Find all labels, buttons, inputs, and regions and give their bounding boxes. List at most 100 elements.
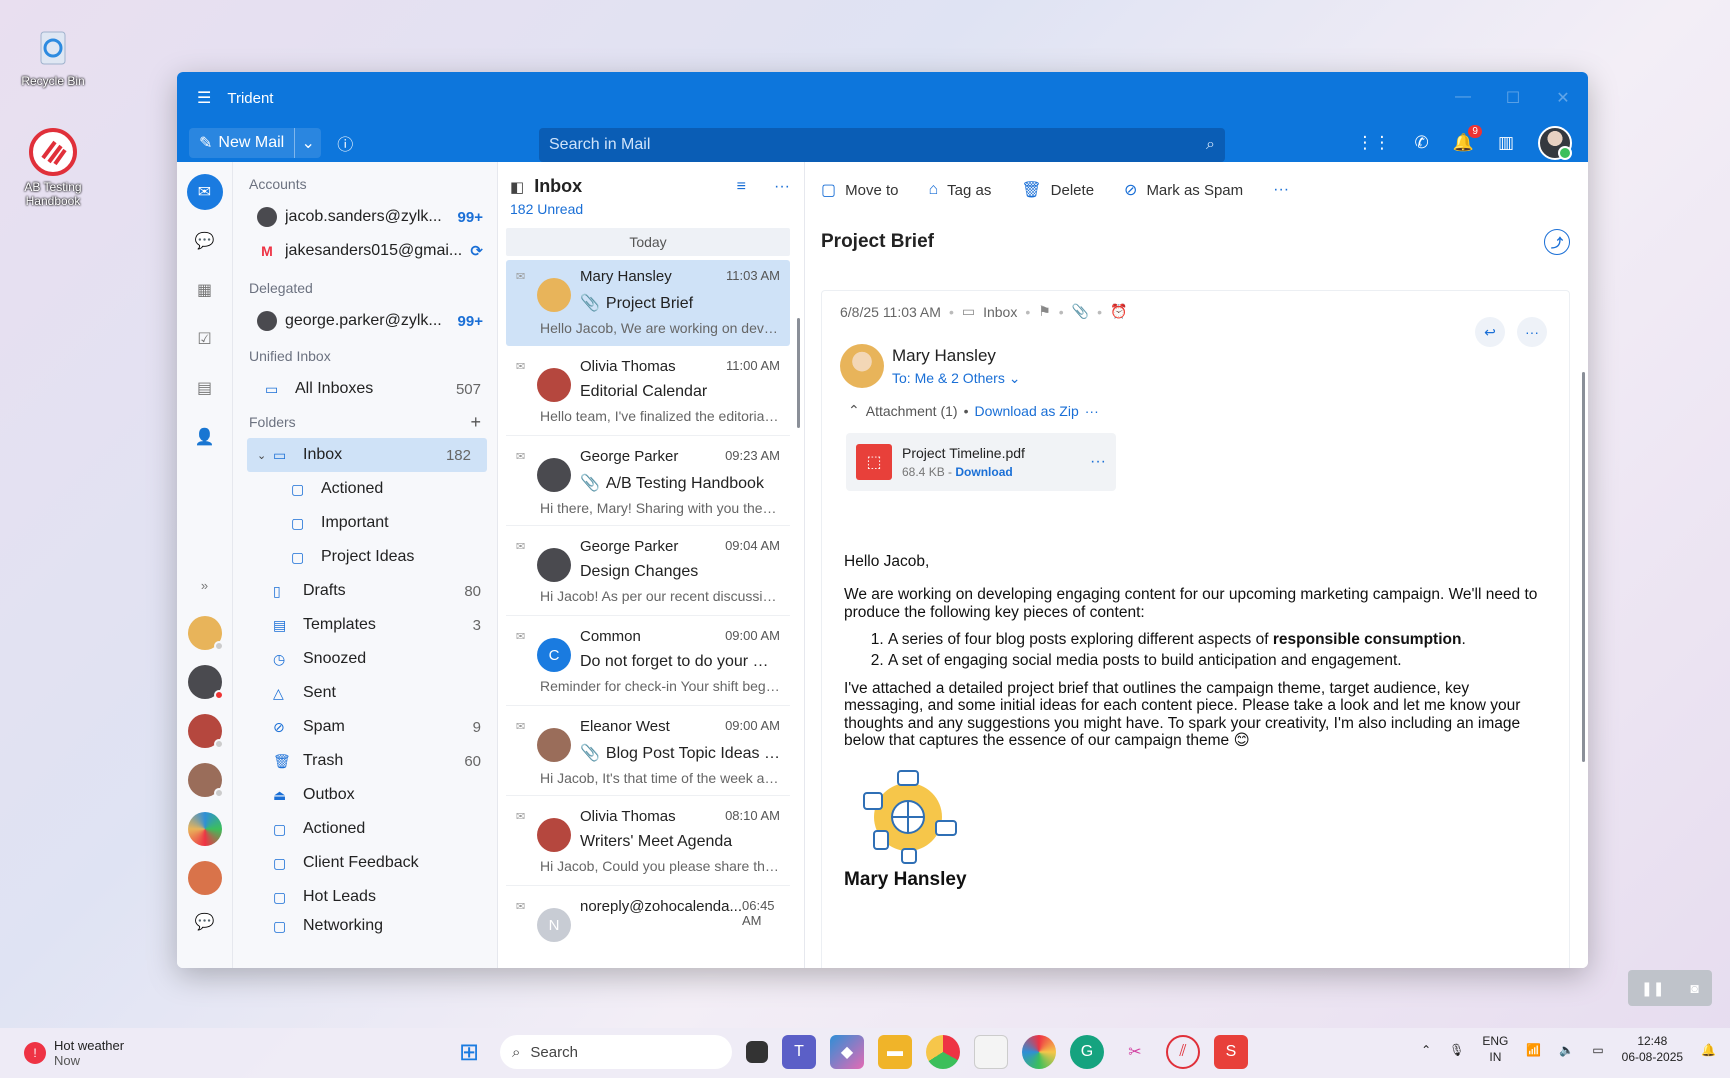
message-item[interactable]: ✉ George Parker 09:04 AM Design Changes Hi J… — [506, 530, 790, 616]
microphone-icon[interactable]: 🎙 — [1449, 1043, 1464, 1057]
more-options-icon[interactable]: ··· — [1090, 453, 1106, 471]
volume-icon[interactable]: 🔈 — [1559, 1043, 1574, 1057]
tasks-icon[interactable]: ☑ — [187, 321, 223, 357]
weather-widget[interactable]: ! Hot weather Now — [24, 1038, 124, 1068]
notes-icon[interactable]: ▤ — [187, 370, 223, 406]
chrome-icon[interactable] — [926, 1035, 960, 1069]
notepad-icon[interactable] — [974, 1035, 1008, 1069]
unread-envelope-icon[interactable]: ✉ — [516, 540, 525, 553]
photos-icon[interactable] — [1022, 1035, 1056, 1069]
pause-icon[interactable]: ❚❚ — [1641, 980, 1664, 997]
folder-drafts[interactable]: ▯ Drafts 80 — [233, 574, 497, 608]
more-options-icon[interactable]: ··· — [774, 178, 790, 196]
chevron-up-icon[interactable]: ⌃ — [848, 402, 860, 419]
feedback-icon[interactable]: 💬 — [187, 904, 223, 940]
folder-client-feedback[interactable]: ▢ Client Feedback — [233, 846, 497, 880]
message-item[interactable]: ✉ Eleanor West 09:00 AM 📎 Blog Post Topic Id… — [506, 710, 790, 796]
wifi-icon[interactable]: 📶 — [1526, 1043, 1541, 1057]
ab-testing-app-icon[interactable]: ⫽ — [1166, 1035, 1200, 1069]
new-mail-button[interactable]: ✎ New Mail — [189, 128, 296, 158]
share-icon[interactable]: ⤴ — [1544, 229, 1570, 255]
account-item[interactable]: M jakesanders015@gmai... ⟳ — [233, 234, 497, 268]
account-item[interactable]: jacob.sanders@zylk... 99+ — [233, 200, 497, 234]
sync-icon[interactable]: ⟳ — [470, 242, 483, 260]
download-zip-link[interactable]: Download as Zip — [974, 403, 1078, 419]
message-item[interactable]: ✉ Nnoreply@zohocalenda... 06:45 AM — [506, 890, 790, 968]
trident-app-icon[interactable]: S — [1214, 1035, 1248, 1069]
folder-spam[interactable]: ⊘ Spam 9 — [233, 710, 497, 744]
folder-hot-leads[interactable]: ▢ Hot Leads — [233, 880, 497, 914]
folder-snoozed[interactable]: ◷ Snoozed — [233, 642, 497, 676]
search-icon[interactable]: ⌕ — [1206, 136, 1215, 154]
mark-spam-button[interactable]: ⊘ Mark as Spam — [1124, 180, 1243, 200]
scrollbar[interactable] — [1582, 372, 1585, 762]
desktop-icon-ab-testing[interactable]: AB Testing Handbook — [8, 128, 98, 208]
folder-actioned-2[interactable]: ▢ Actioned — [233, 812, 497, 846]
folder-project-ideas[interactable]: ▢ Project Ideas — [233, 540, 497, 574]
unread-envelope-icon[interactable]: ✉ — [516, 630, 525, 643]
delegated-account-item[interactable]: george.parker@zylk... 99+ — [233, 304, 497, 338]
folder-actioned[interactable]: ▢ Actioned — [233, 472, 497, 506]
message-item[interactable]: ✉ Olivia Thomas 11:00 AM Editorial Calendar… — [506, 350, 790, 436]
avatar[interactable] — [187, 616, 224, 651]
unread-envelope-icon[interactable]: ✉ — [516, 360, 525, 373]
minimize-icon[interactable]: — — [1438, 88, 1488, 108]
folder-outbox[interactable]: ⏏ Outbox — [233, 778, 497, 812]
avatar[interactable] — [187, 812, 222, 846]
delete-button[interactable]: 🗑 Delete — [1021, 180, 1094, 200]
attachment-icon[interactable]: 📎 — [1072, 303, 1089, 320]
filter-icon[interactable]: ≡ — [737, 178, 746, 196]
webcam-icon[interactable]: ◙ — [1691, 980, 1699, 996]
taskbar-search[interactable]: ⌕ Search — [500, 1035, 732, 1069]
recipients-toggle[interactable]: To: Me & 2 Others ⌄ — [892, 370, 1020, 387]
layout-icon[interactable]: ▥ — [1498, 133, 1514, 153]
avatar[interactable] — [187, 861, 222, 895]
flag-icon[interactable]: ⚑ — [1038, 303, 1051, 320]
more-options-icon[interactable]: ··· — [1273, 181, 1289, 199]
unread-envelope-icon[interactable]: ✉ — [516, 900, 525, 913]
apps-grid-icon[interactable]: ⋮⋮ — [1357, 133, 1391, 153]
calendar-icon[interactable]: ▦ — [187, 272, 223, 308]
folder-sent[interactable]: △ Sent — [233, 676, 497, 710]
unread-envelope-icon[interactable]: ✉ — [516, 450, 525, 463]
contacts-icon[interactable]: 👤 — [187, 419, 223, 455]
clock[interactable]: 12:48 06-08-2025 — [1622, 1034, 1683, 1065]
chevron-down-icon[interactable]: ⌄ — [257, 449, 273, 462]
snipping-tool-icon[interactable]: ✂ — [1118, 1035, 1152, 1069]
file-explorer-icon[interactable]: ▬ — [878, 1035, 912, 1069]
avatar[interactable] — [187, 665, 224, 700]
add-folder-icon[interactable]: + — [470, 412, 481, 433]
teams-icon[interactable]: T — [782, 1035, 816, 1069]
attachment-card[interactable]: ⬚ Project Timeline.pdf 68.4 KB - Downloa… — [846, 433, 1116, 491]
move-to-button[interactable]: ▢ Move to — [821, 180, 898, 200]
desktop-icon-recycle-bin[interactable]: Recycle Bin — [8, 22, 98, 88]
sender-name[interactable]: Mary Hansley — [892, 346, 1020, 366]
notification-center-icon[interactable]: 🔔 — [1701, 1043, 1716, 1057]
close-icon[interactable]: ✕ — [1538, 88, 1588, 108]
avatar[interactable] — [187, 763, 224, 798]
quick-actions-icon[interactable]: ⓘ — [337, 131, 353, 155]
phone-icon[interactable]: ✆ — [1415, 133, 1429, 153]
language-indicator[interactable]: ENG IN — [1482, 1034, 1508, 1065]
copilot-icon[interactable]: ◆ — [830, 1035, 864, 1069]
message-item[interactable]: ✉ Olivia Thomas 08:10 AM Writers' Meet Agen… — [506, 800, 790, 886]
mail-icon[interactable]: ✉ — [186, 174, 223, 210]
search-bar[interactable]: Search in Mail ⌕ — [539, 128, 1225, 162]
chat-icon[interactable]: 💬 — [187, 223, 223, 259]
search-input[interactable]: Search in Mail — [549, 136, 1206, 154]
email-folder[interactable]: Inbox — [983, 304, 1017, 320]
expand-icon[interactable]: » — [187, 567, 223, 603]
hamburger-menu-icon[interactable]: ☰ — [197, 88, 211, 108]
unread-envelope-icon[interactable]: ✉ — [516, 270, 525, 283]
folder-trash[interactable]: 🗑 Trash 60 — [233, 744, 497, 778]
avatar[interactable] — [187, 714, 224, 749]
folder-important[interactable]: ▢ Important — [233, 506, 497, 540]
reminder-icon[interactable]: ⏰ — [1110, 303, 1127, 320]
message-item[interactable]: ✉ Mary Hansley 11:03 AM 📎 Project Brief Hello… — [506, 260, 790, 346]
windows-start-icon[interactable]: ⊞ — [452, 1035, 486, 1069]
tag-as-button[interactable]: ⌂ Tag as — [928, 181, 991, 199]
chevron-up-icon[interactable]: ⌃ — [1421, 1043, 1431, 1057]
sender-avatar[interactable] — [840, 344, 884, 388]
grammarly-icon[interactable]: G — [1070, 1035, 1104, 1069]
message-item[interactable]: ✉ George Parker 09:23 AM 📎 A/B Testing Handb… — [506, 440, 790, 526]
